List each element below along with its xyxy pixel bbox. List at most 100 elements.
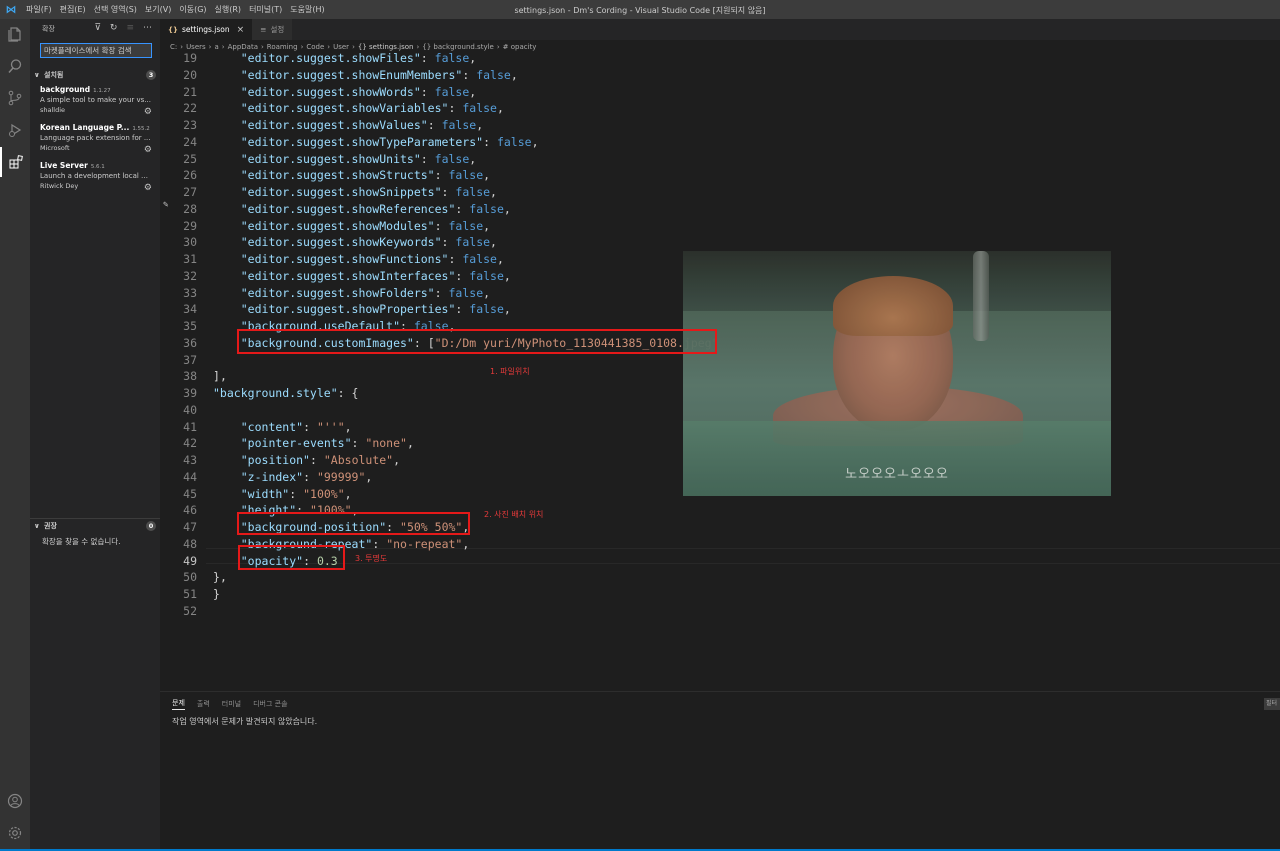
clear-icon[interactable]: ≡ [126,23,134,33]
installed-count-badge: 3 [146,70,156,80]
code-text: "editor.suggest.showTypeParameters": fal… [240,134,539,149]
code-text: "editor.suggest.showInterfaces": false, [240,268,511,283]
extension-publisher: Ritwick Dey [40,182,79,190]
code-text: } [213,587,220,601]
menu-run[interactable]: 실행(R) [215,4,242,15]
annotation-position: 2. 사진 배치 위치 [484,510,544,519]
extension-search-input[interactable]: 마켓플레이스에서 확장 검색 [40,43,152,58]
source-control-icon[interactable] [0,83,30,113]
annotation-box-position [237,512,470,535]
code-line[interactable]: 22 "editor.suggest.showVariables": false… [160,100,1280,117]
breadcrumb-item[interactable]: {} background.style [422,43,494,51]
breadcrumb-item[interactable]: Code [306,43,324,51]
line-number: 37 [183,352,197,367]
code-text: "editor.suggest.showValues": false, [240,118,484,132]
line-number: 43 [183,453,197,467]
extension-gear-icon[interactable]: ⚙ [144,107,152,117]
manage-gear-icon[interactable] [0,818,30,848]
code-text: "background.style": { [213,386,359,400]
explorer-icon[interactable] [0,19,30,49]
breadcrumb-item[interactable]: # opacity [503,43,537,51]
line-number: 36 [183,335,197,350]
more-actions-icon[interactable]: ⋯ [143,23,152,33]
code-text: ], [213,369,227,384]
extension-gear-icon[interactable]: ⚙ [144,145,152,155]
photo-caption: 노오오오ㅗ오오오 [845,467,949,482]
extension-publisher: shalldie [40,106,66,114]
menu-help[interactable]: 도움말(H) [290,4,324,15]
menu-view[interactable]: 보기(V) [145,4,171,15]
extension-gear-icon[interactable]: ⚙ [144,183,152,193]
line-number: 19 [183,53,197,65]
line-number: 26 [183,168,197,183]
breadcrumb-item[interactable]: Users [186,43,206,51]
breadcrumb-item[interactable]: Roaming [267,43,298,51]
tab-terminal[interactable]: 터미널 [222,699,241,709]
line-number: 45 [183,486,197,501]
code-text: "editor.suggest.showKeywords": false, [240,235,497,250]
tab-settings-ui[interactable]: ≡ 설정 [252,19,293,40]
line-number: 29 [183,218,197,233]
code-line[interactable]: 19 "editor.suggest.showFiles": false, [160,53,1280,67]
problems-filter-input[interactable]: 필터 [1264,698,1280,710]
line-number: 42 [183,436,197,451]
code-line[interactable]: 28 "editor.suggest.showReferences": fals… [160,201,1280,218]
code-line[interactable]: 26 "editor.suggest.showStructs": false, [160,167,1280,184]
extensions-icon[interactable] [0,147,30,177]
tab-debug-console[interactable]: 디버그 콘솔 [253,699,287,709]
extension-name: Korean Language P... [40,123,130,132]
tab-settings-json[interactable]: {} settings.json × [160,19,253,40]
line-number: 46 [183,503,197,518]
tab-problems[interactable]: 문제 [172,698,185,710]
extension-item-background[interactable]: background 1.1.27 A simple tool to make y… [30,82,160,120]
vscode-logo-icon: ⋈ [5,3,17,16]
line-number: 44 [183,469,197,484]
line-number: 20 [183,67,197,82]
menu-bar: 파일(F) 편집(E) 선택 영역(S) 보기(V) 이동(G) 실행(R) 터… [26,4,325,15]
line-number: 38 [183,369,197,384]
line-number: 49 [183,553,197,568]
code-line[interactable]: 50}, [160,569,1280,586]
code-line[interactable]: 20 "editor.suggest.showEnumMembers": fal… [160,67,1280,84]
code-line[interactable]: 21 "editor.suggest.showWords": false, [160,84,1280,101]
menu-selection[interactable]: 선택 영역(S) [94,4,137,15]
breadcrumb-item[interactable]: C: [170,43,177,51]
code-line[interactable]: 29 "editor.suggest.showModules": false, [160,218,1280,235]
chevron-down-icon: ∨ [34,521,40,530]
code-line[interactable]: 52 [160,603,1280,620]
breadcrumb-item[interactable]: User [333,43,349,51]
code-line[interactable]: 25 "editor.suggest.showUnits": false, [160,151,1280,168]
breadcrumb-item[interactable]: a [214,43,218,51]
menu-edit[interactable]: 편집(E) [60,4,86,15]
extension-item-live-server[interactable]: Live Server 5.6.1 Launch a development lo… [30,158,160,196]
close-icon[interactable]: × [237,25,245,35]
search-icon[interactable] [0,51,30,81]
installed-section-header[interactable]: ∨ 설치됨 3 [30,68,160,82]
sidebar-header: 확장 ⊽ ↻ ≡ ⋯ [30,19,160,39]
accounts-icon[interactable] [0,786,30,816]
code-line[interactable]: 51} [160,586,1280,603]
code-text: "editor.suggest.showWords": false, [240,84,477,99]
menu-go[interactable]: 이동(G) [179,4,206,15]
menu-terminal[interactable]: 터미널(T) [249,4,282,15]
filter-icon[interactable]: ⊽ [94,23,101,33]
run-debug-icon[interactable] [0,115,30,145]
tab-label: 설정 [270,25,285,34]
sidebar-title: 확장 [42,25,55,33]
code-line[interactable]: 23 "editor.suggest.showValues": false, [160,117,1280,134]
code-line[interactable]: 30 "editor.suggest.showKeywords": false, [160,234,1280,251]
menu-file[interactable]: 파일(F) [26,4,52,15]
settings-file-icon: ≡ [260,25,267,34]
breadcrumb-item[interactable]: AppData [228,43,258,51]
breadcrumb-item[interactable]: {} settings.json [358,43,414,51]
line-number: 24 [183,134,197,149]
extension-item-korean-language-pack[interactable]: Korean Language P... 1.55.2 Language pack… [30,120,160,158]
recommended-empty-message: 확장을 찾을 수 없습니다. [42,537,121,546]
recommended-section-header[interactable]: ∨ 권장 0 [30,518,160,532]
tab-output[interactable]: 출력 [197,699,210,709]
code-text: "editor.suggest.showProperties": false, [240,302,511,317]
code-line[interactable]: 24 "editor.suggest.showTypeParameters": … [160,134,1280,151]
refresh-icon[interactable]: ↻ [110,23,118,33]
code-line[interactable]: 27 "editor.suggest.showSnippets": false, [160,184,1280,201]
code-text: "editor.suggest.showSnippets": false, [240,185,497,199]
